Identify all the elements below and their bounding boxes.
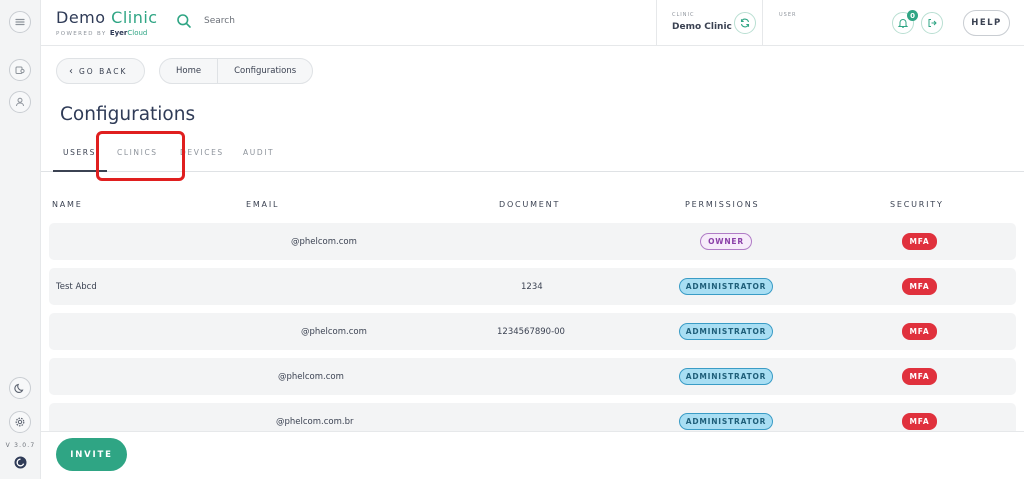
- table-row[interactable]: @phelcom.com ADMINISTRATOR MFA: [49, 358, 1016, 395]
- help-button[interactable]: HELP: [963, 10, 1010, 36]
- moon-icon: [14, 383, 24, 393]
- gear-icon: [15, 417, 25, 427]
- hamburger-icon: [15, 18, 25, 26]
- user-icon: [16, 97, 24, 107]
- mfa-badge: MFA: [902, 323, 937, 340]
- tab-devices[interactable]: DEVICES: [180, 148, 224, 157]
- column-header-security: SECURITY: [890, 200, 944, 209]
- brand-title: Demo Clinic: [56, 8, 158, 27]
- mfa-badge: MFA: [902, 233, 937, 250]
- clinics-tab-highlight: [96, 131, 185, 181]
- table-row[interactable]: @phelcom.com 1234567890-00 ADMINISTRATOR…: [49, 313, 1016, 350]
- app-root: V 3.0.7 Demo Clinic POWERED BY EyerCloud…: [0, 0, 1024, 479]
- menu-button[interactable]: [9, 11, 31, 33]
- permission-badge-administrator: ADMINISTRATOR: [679, 278, 773, 295]
- page-title: Configurations: [60, 104, 196, 125]
- patients-button[interactable]: [9, 59, 31, 81]
- brand-powered-by: POWERED BY EyerCloud: [56, 29, 148, 37]
- search-bar[interactable]: [176, 13, 364, 29]
- mfa-badge: MFA: [902, 368, 937, 385]
- chevron-left-icon: ‹: [69, 65, 73, 77]
- mfa-badge: MFA: [902, 413, 937, 430]
- column-header-email: EMAIL: [246, 200, 280, 209]
- permission-badge-administrator: ADMINISTRATOR: [679, 368, 773, 385]
- permission-badge-administrator: ADMINISTRATOR: [679, 323, 773, 340]
- brand: Demo Clinic POWERED BY EyerCloud: [56, 8, 158, 37]
- table-row[interactable]: @phelcom.com OWNER MFA: [49, 223, 1016, 260]
- refresh-icon: [740, 18, 750, 28]
- table-row[interactable]: Test Abcd 1234 ADMINISTRATOR MFA: [49, 268, 1016, 305]
- row-email: @phelcom.com: [278, 371, 344, 382]
- permission-badge-owner: OWNER: [700, 233, 752, 250]
- eyer-logo-icon: [14, 456, 27, 469]
- mfa-badge: MFA: [902, 278, 937, 295]
- notification-count-badge: 0: [907, 10, 918, 21]
- breadcrumb: Home Configurations: [159, 58, 314, 84]
- row-document: 1234567890-00: [497, 326, 565, 337]
- tab-users[interactable]: USERS: [63, 148, 96, 157]
- row-name: Test Abcd: [56, 281, 97, 292]
- permission-badge-administrator: ADMINISTRATOR: [679, 413, 773, 430]
- footer-bar: [41, 431, 1024, 479]
- breadcrumb-configurations[interactable]: Configurations: [217, 58, 312, 84]
- tab-bar: USERS CLINICS DEVICES AUDIT: [41, 140, 1024, 172]
- left-rail: V 3.0.7: [0, 0, 41, 479]
- row-email: @phelcom.com: [291, 236, 357, 247]
- invite-button[interactable]: INVITE: [56, 438, 127, 471]
- clinic-name: Demo Clinic: [672, 22, 732, 32]
- row-email: @phelcom.com: [301, 326, 367, 337]
- clinic-selector[interactable]: CLINIC Demo Clinic: [656, 0, 763, 46]
- column-header-document: DOCUMENT: [499, 200, 561, 209]
- logout-icon: [928, 19, 937, 27]
- notifications-button[interactable]: 0: [892, 10, 918, 34]
- folder-person-icon: [15, 66, 25, 74]
- clinic-label: CLINIC: [672, 12, 695, 18]
- row-document: 1234: [521, 281, 543, 292]
- breadcrumb-home[interactable]: Home: [160, 58, 217, 84]
- app-version: V 3.0.7: [5, 442, 36, 449]
- logout-button[interactable]: [921, 12, 943, 34]
- settings-button[interactable]: [9, 411, 31, 433]
- account-button[interactable]: [9, 91, 31, 113]
- search-icon: [177, 14, 191, 28]
- go-back-button[interactable]: ‹ GO BACK: [56, 58, 145, 84]
- tab-audit[interactable]: AUDIT: [243, 148, 274, 157]
- top-header: Demo Clinic POWERED BY EyerCloud CLINIC …: [41, 0, 1024, 46]
- switch-clinic-button[interactable]: [734, 12, 756, 34]
- dark-mode-toggle[interactable]: [9, 377, 31, 399]
- column-header-permissions: PERMISSIONS: [685, 200, 760, 209]
- search-input[interactable]: [204, 16, 364, 26]
- user-label: USER: [779, 12, 797, 18]
- column-header-name: NAME: [52, 200, 83, 209]
